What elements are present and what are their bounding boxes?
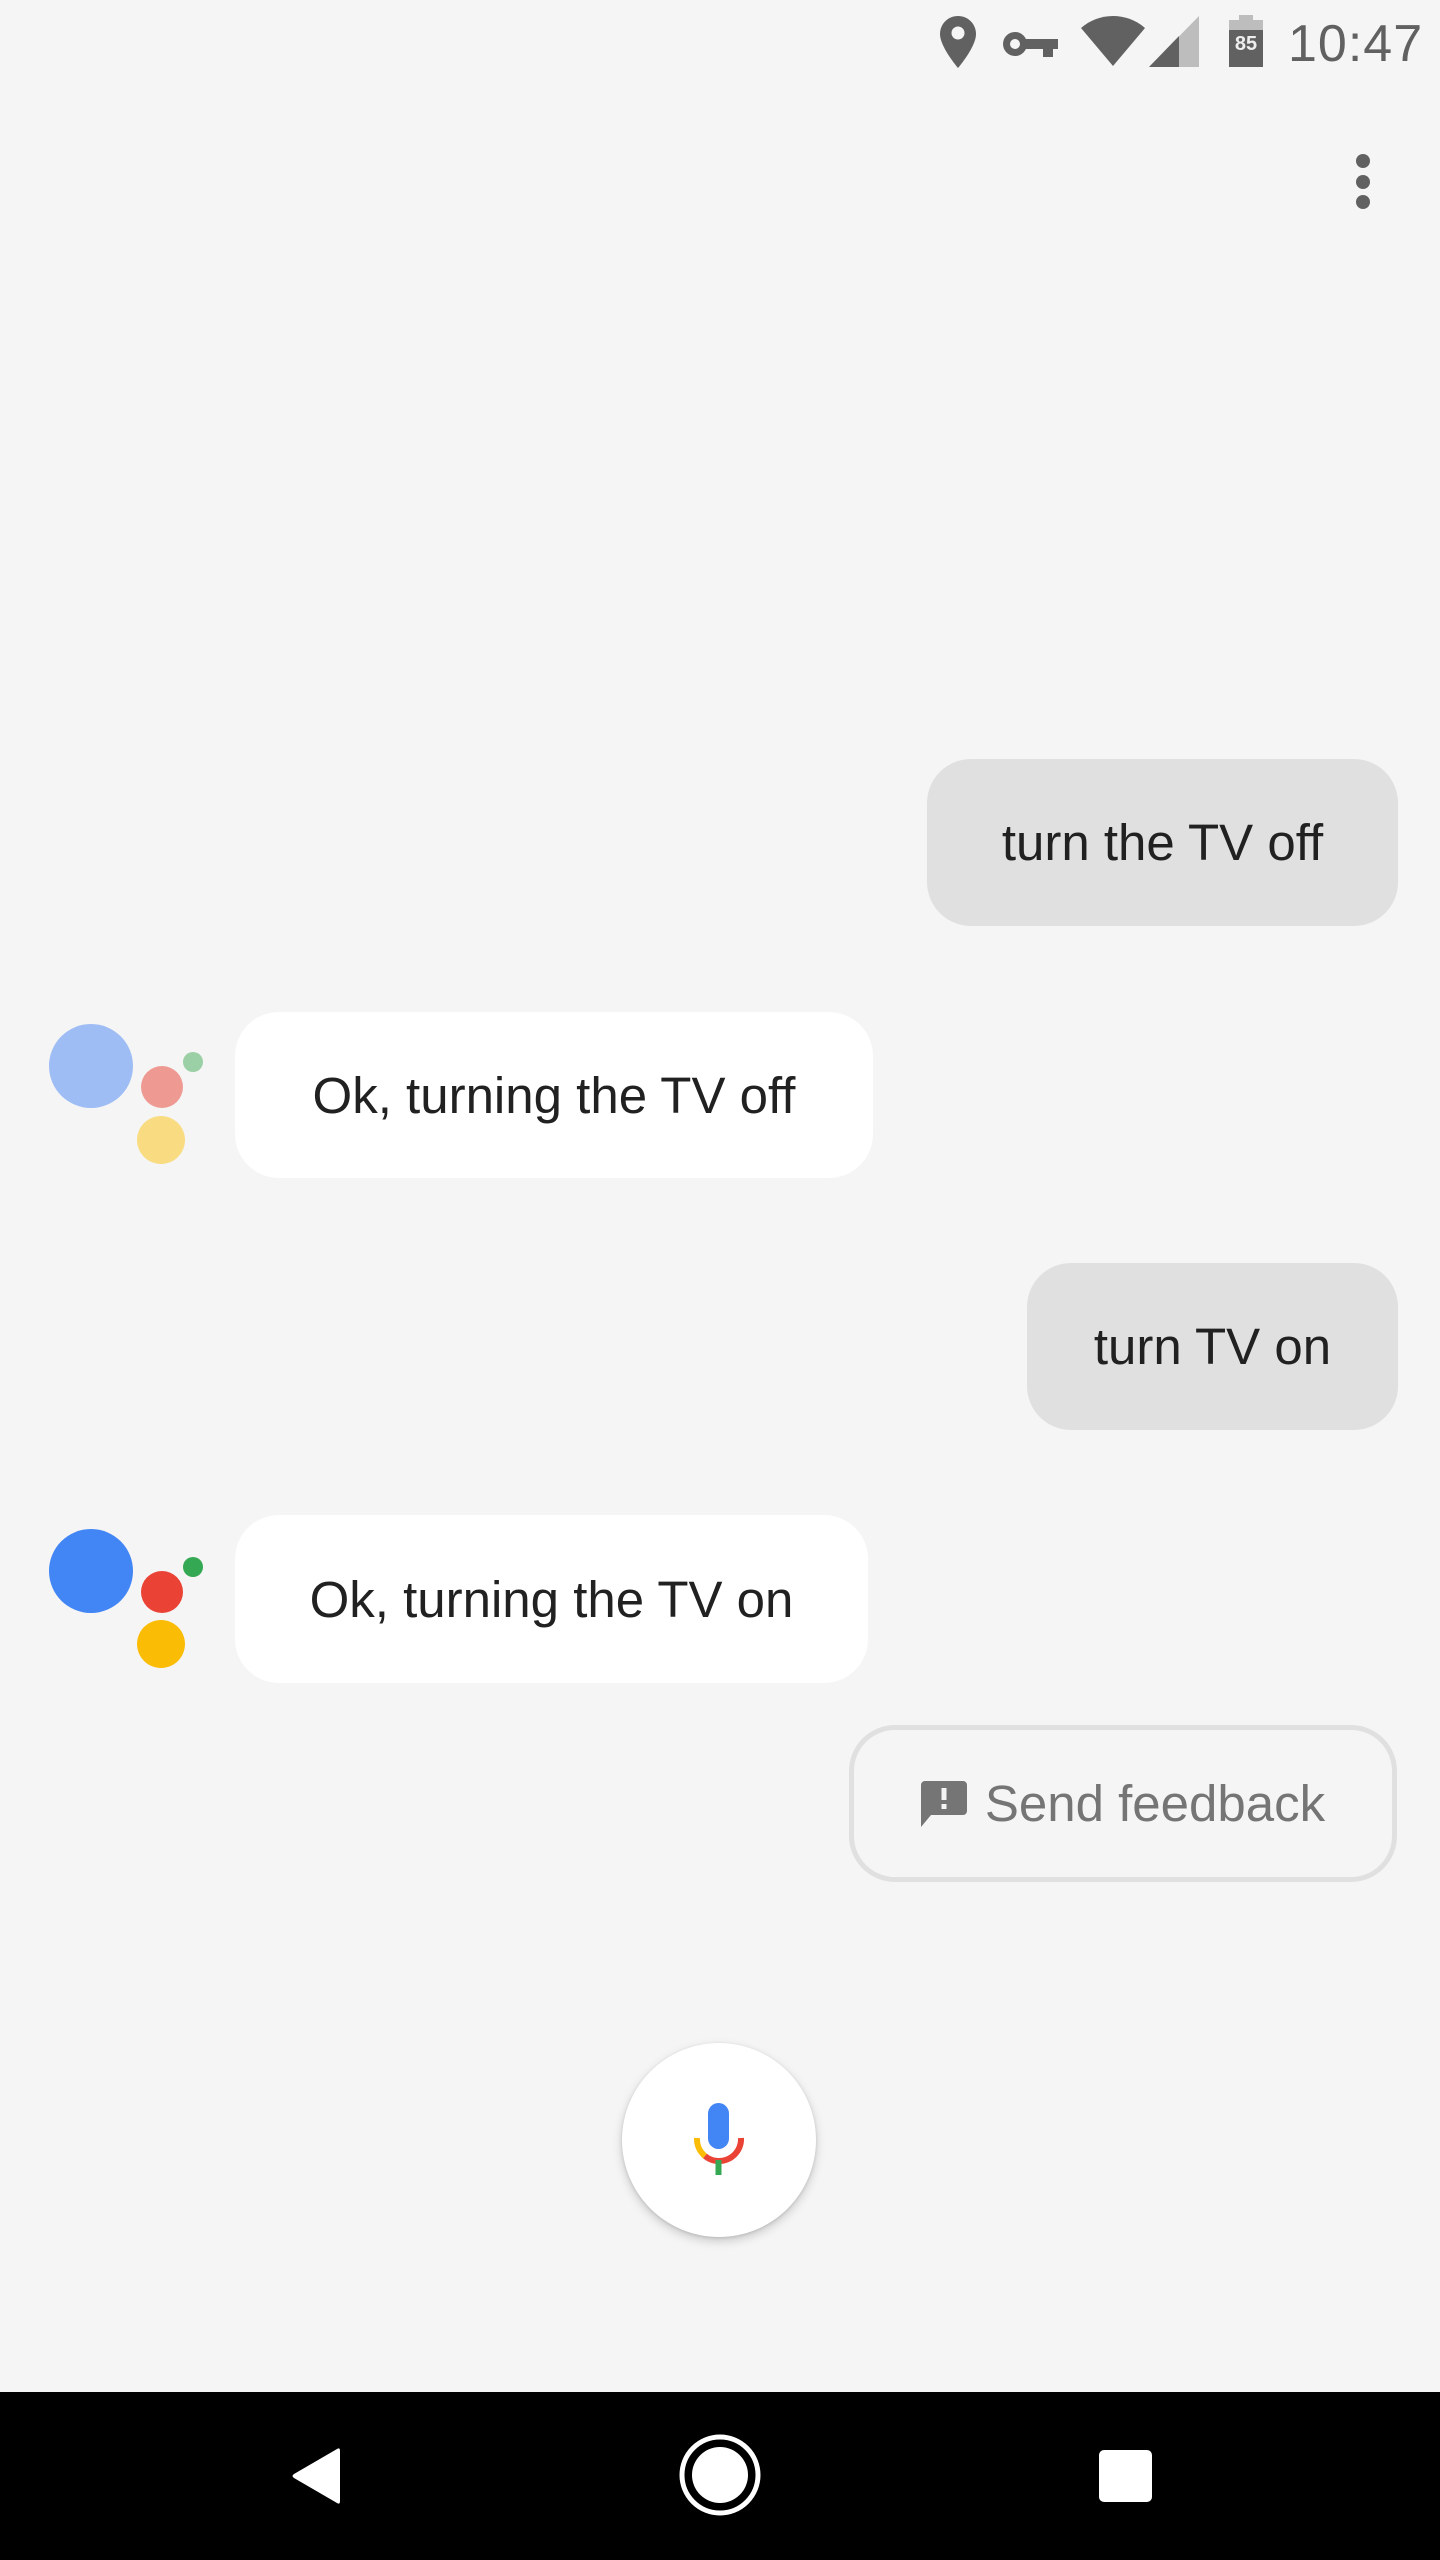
- home-button[interactable]: [660, 2420, 780, 2530]
- assistant-logo-icon: [40, 1000, 220, 1164]
- more-options-button[interactable]: [1330, 140, 1396, 224]
- back-button[interactable]: [260, 2422, 380, 2532]
- back-triangle-icon: [292, 2448, 340, 2504]
- vpn-key-icon: [1003, 32, 1058, 57]
- user-message: turn the TV off: [927, 759, 1398, 926]
- assistant-message: Ok, turning the TV off: [235, 1012, 873, 1178]
- status-bar: 85 10:47: [0, 0, 1440, 84]
- message-text: Ok, turning the TV on: [309, 1570, 794, 1628]
- home-circle-icon: [679, 2434, 761, 2516]
- send-feedback-button[interactable]: Send feedback: [849, 1725, 1397, 1882]
- message-text: turn the TV off: [1001, 814, 1324, 871]
- recents-square-icon: [1099, 2450, 1152, 2502]
- send-feedback-label: Send feedback: [984, 1775, 1326, 1832]
- navigation-bar: [0, 2392, 1440, 2560]
- microphone-button[interactable]: [622, 2043, 816, 2237]
- cell-signal-icon: [1149, 16, 1199, 67]
- microphone-icon: [694, 2103, 744, 2175]
- status-time: 10:47: [1288, 15, 1424, 73]
- battery-icon: 85: [1229, 15, 1263, 67]
- location-icon: [940, 16, 976, 68]
- user-message: turn TV on: [1027, 1263, 1398, 1430]
- assistant-logo-icon: [40, 1505, 220, 1668]
- battery-level: 85: [1234, 33, 1258, 55]
- feedback-icon: [920, 1780, 967, 1827]
- assistant-message: Ok, turning the TV on: [235, 1515, 868, 1683]
- message-text: turn TV on: [1093, 1318, 1332, 1375]
- message-text: Ok, turning the TV off: [312, 1066, 796, 1124]
- wifi-icon: [1081, 16, 1145, 66]
- recents-button[interactable]: [1070, 2422, 1190, 2532]
